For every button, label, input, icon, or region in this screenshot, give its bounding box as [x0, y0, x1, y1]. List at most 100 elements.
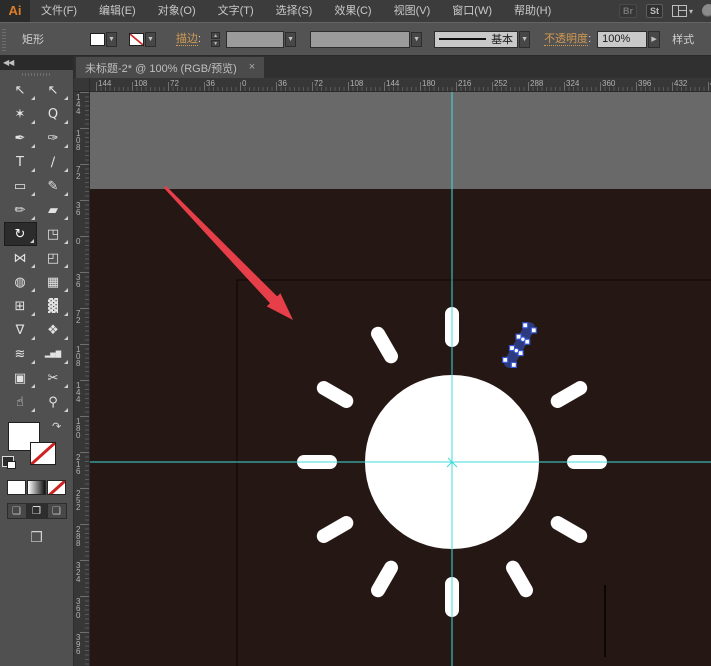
lasso-tool[interactable]: Q — [37, 102, 70, 126]
color-button[interactable] — [7, 480, 26, 495]
rotate-tool[interactable]: ↻ — [3, 222, 37, 246]
stroke-swatch-none[interactable] — [30, 442, 56, 465]
pen-tool[interactable]: ✒ — [4, 126, 37, 150]
width-profile-dropdown-button[interactable]: ▼ — [411, 31, 423, 47]
eyedropper-tool[interactable]: ∇ — [4, 318, 37, 342]
default-fill-stroke-icon[interactable] — [2, 456, 16, 469]
brush-definition-field[interactable]: 基本 — [434, 30, 519, 48]
ruler-origin-corner[interactable] — [74, 78, 90, 92]
stroke-color-swatch[interactable] — [129, 32, 144, 46]
flyout-indicator — [30, 120, 35, 124]
menu-select[interactable]: 选择(S) — [265, 0, 324, 22]
swap-fill-stroke-icon[interactable]: ↷ — [52, 420, 61, 433]
blend-tool[interactable]: ❖ — [37, 318, 70, 342]
menu-type[interactable]: 文字(T) — [207, 0, 265, 22]
pencil-tool[interactable]: ✏ — [4, 198, 37, 222]
eraser-tool[interactable]: ▰ — [37, 198, 70, 222]
symbol-sprayer-icon: ≋ — [14, 346, 26, 362]
anchor-point[interactable] — [502, 356, 509, 363]
draw-normal-button[interactable]: ❏ — [6, 503, 27, 519]
zoom-tool[interactable]: ⚲ — [37, 390, 70, 414]
flyout-indicator — [63, 264, 68, 268]
workspace-switcher[interactable]: ▾ — [671, 5, 693, 17]
menu-object[interactable]: 对象(O) — [147, 0, 207, 22]
free-transform-tool[interactable]: ◰ — [37, 246, 70, 270]
flyout-indicator — [63, 288, 68, 292]
direct-selection-tool[interactable]: ↖ — [37, 78, 70, 102]
line-segment-tool[interactable]: ∕ — [37, 150, 70, 174]
gradient-tool[interactable]: ▓ — [37, 294, 70, 318]
curvature-pen-tool[interactable]: ✑ — [37, 126, 70, 150]
anchor-center-point[interactable] — [513, 347, 520, 354]
stroke-weight-stepper[interactable]: ▲ ▼ — [211, 31, 221, 47]
type-tool[interactable]: T — [4, 150, 37, 174]
rectangle-tool[interactable]: ▭ — [4, 174, 37, 198]
stepper-up-icon[interactable]: ▲ — [211, 31, 221, 39]
menu-view[interactable]: 视图(V) — [383, 0, 442, 22]
pasteboard[interactable] — [90, 92, 711, 189]
workspace-icon — [671, 5, 687, 17]
stepper-down-icon[interactable]: ▼ — [211, 39, 221, 47]
slice-icon: ✂ — [47, 370, 59, 386]
ruler-tick-label: 432 — [674, 79, 688, 88]
opacity-panel-link[interactable]: 不透明度 — [544, 33, 589, 46]
draw-behind-button[interactable]: ❐ — [26, 503, 47, 519]
type-icon: T — [16, 154, 24, 170]
stroke-dropdown-button[interactable]: ▼ — [145, 31, 156, 47]
width-icon: ⋈ — [13, 250, 27, 266]
menu-effect[interactable]: 效果(C) — [323, 0, 382, 22]
symbol-sprayer-tool[interactable]: ≋ — [4, 342, 37, 366]
hand-tool[interactable]: ☝ — [4, 390, 37, 414]
document-tab[interactable]: 未标题-2* @ 100% (RGB/预览) × — [76, 57, 265, 78]
tools-panel-grip[interactable] — [0, 70, 73, 78]
width-profile-field[interactable] — [310, 30, 411, 48]
opacity-advanced-button[interactable]: ▶ — [648, 30, 661, 48]
menu-file[interactable]: 文件(F) — [30, 0, 88, 22]
flyout-indicator — [30, 288, 35, 292]
shape-builder-tool[interactable]: ◍ — [4, 270, 37, 294]
ruler-tick-label: 0 — [76, 237, 81, 246]
perspective-grid-tool[interactable]: ▦ — [37, 270, 70, 294]
anchor-point[interactable] — [522, 322, 529, 329]
ruler-tick-label: 324 — [566, 79, 580, 88]
stroke-panel-link[interactable]: 描边 — [176, 33, 198, 46]
vertical-ruler[interactable]: 1 4 4 1 0 8 7 2 3 6 0 3 6 7 2 1 0 8 1 4 4 1 8 0 2 … — [74, 92, 90, 666]
mesh-tool[interactable]: ⊞ — [4, 294, 37, 318]
tab-bar: 未标题-2* @ 100% (RGB/预览) × — [74, 56, 711, 78]
blend-icon: ❖ — [47, 322, 59, 338]
magic-wand-tool[interactable]: ✶ — [4, 102, 37, 126]
stroke-weight-dropdown-button[interactable]: ▼ — [285, 31, 297, 47]
ruler-tick-label: 36 — [206, 79, 215, 88]
collapse-panel-button[interactable]: ◀◀ — [0, 56, 73, 70]
stroke-weight-field[interactable] — [226, 30, 285, 48]
flyout-indicator — [63, 312, 68, 316]
artboard-tool[interactable]: ▣ — [4, 366, 37, 390]
width-tool[interactable]: ⋈ — [4, 246, 37, 270]
draw-inside-button[interactable]: ❑ — [46, 503, 67, 519]
brush-dropdown-button[interactable]: ▼ — [519, 30, 531, 48]
horizontal-ruler[interactable]: 144 108 72 36 0 36 72 108 144 180 216 252 288 324 360 3… — [90, 78, 711, 92]
anchor-center-point[interactable] — [520, 336, 526, 343]
panel-grip[interactable] — [1, 27, 8, 51]
anchor-point[interactable] — [530, 327, 537, 334]
fill-color-swatch[interactable] — [90, 32, 105, 46]
slice-tool[interactable]: ✂ — [37, 366, 70, 390]
anchor-point[interactable] — [510, 361, 517, 368]
column-graph-tool[interactable]: ▂▅▇ — [37, 342, 70, 366]
gradient-button[interactable] — [27, 480, 46, 495]
close-icon[interactable]: × — [249, 62, 255, 73]
fill-dropdown-button[interactable]: ▼ — [106, 31, 117, 47]
opacity-input[interactable]: 100% — [597, 30, 648, 48]
none-button[interactable] — [47, 480, 66, 495]
scale-tool[interactable]: ◳ — [37, 222, 70, 246]
menu-help[interactable]: 帮助(H) — [503, 0, 562, 22]
ruler-tick-label: 108 — [134, 79, 148, 88]
screen-mode-button[interactable]: ❒ — [0, 529, 73, 546]
menu-window[interactable]: 窗口(W) — [441, 0, 503, 22]
artwork-canvas[interactable] — [90, 92, 711, 666]
stock-button[interactable]: St — [645, 4, 663, 18]
paintbrush-tool[interactable]: ✎ — [37, 174, 70, 198]
bridge-button[interactable]: Br — [618, 4, 637, 18]
selection-tool[interactable]: ↖ — [4, 78, 37, 102]
menu-edit[interactable]: 编辑(E) — [88, 0, 147, 22]
